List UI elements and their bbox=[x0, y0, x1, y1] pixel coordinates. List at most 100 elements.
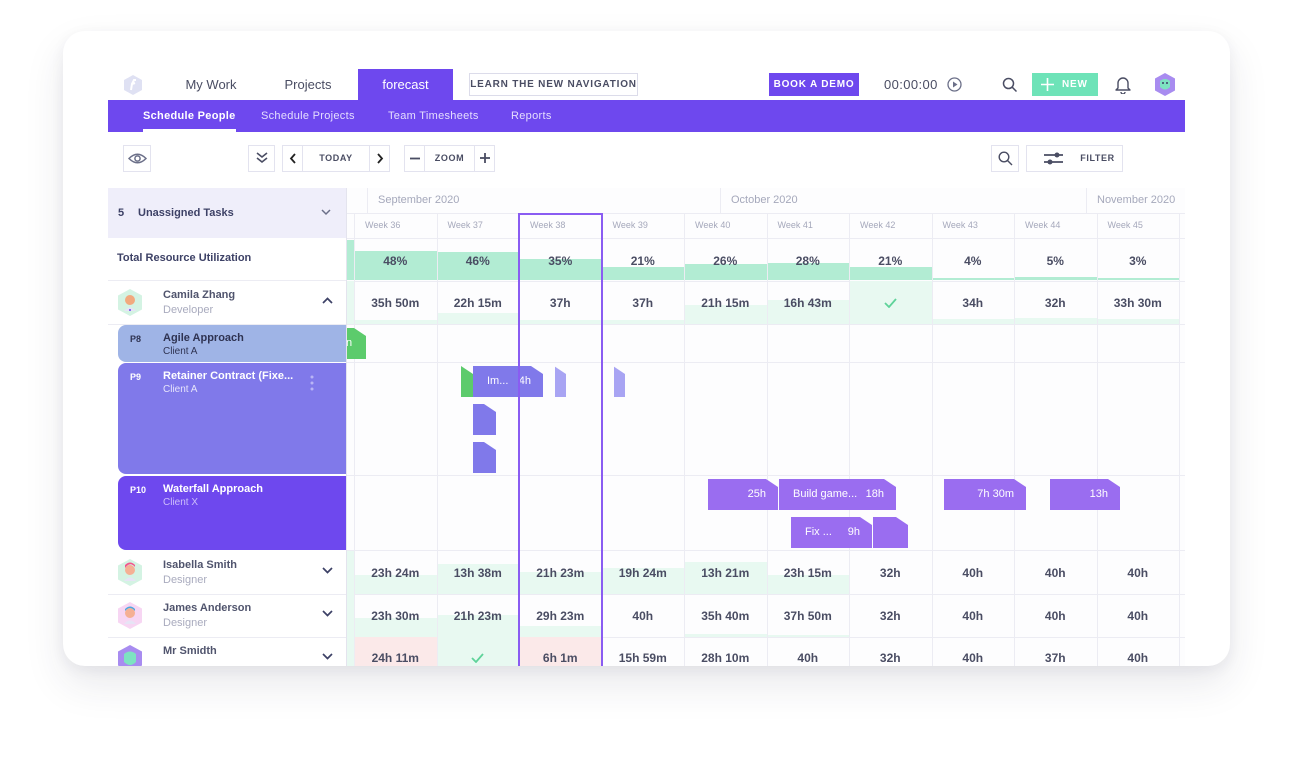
hours-value[interactable]: 40h bbox=[1014, 609, 1097, 623]
allocation-bar-p10[interactable]: 13h bbox=[1050, 479, 1120, 510]
chevron-down-icon[interactable] bbox=[322, 567, 333, 574]
search-icon[interactable] bbox=[1002, 77, 1018, 93]
person-row-isabella-smith[interactable]: Isabella Smith Designer bbox=[108, 551, 346, 594]
tab-schedule-people[interactable]: Schedule People bbox=[143, 100, 236, 132]
chevron-down-icon[interactable] bbox=[321, 209, 331, 216]
hours-value[interactable]: 19h 24m bbox=[602, 566, 685, 580]
hours-value[interactable]: 35h 50m bbox=[354, 296, 437, 310]
hours-value[interactable]: 6h 1m bbox=[519, 651, 602, 665]
hours-value[interactable]: 34h bbox=[932, 296, 1015, 310]
hours-value[interactable]: 40h bbox=[932, 609, 1015, 623]
week-label[interactable]: Week 45 bbox=[1097, 213, 1180, 238]
week-label[interactable]: Week 40 bbox=[684, 213, 767, 238]
hours-value[interactable]: 40h bbox=[932, 651, 1015, 665]
week-label[interactable]: Week 41 bbox=[767, 213, 850, 238]
hours-value[interactable]: 35h 40m bbox=[684, 609, 767, 623]
allocation-bar-p9[interactable] bbox=[473, 404, 496, 435]
week-label[interactable]: Week 36 bbox=[354, 213, 437, 238]
hours-value[interactable]: 16h 43m bbox=[767, 296, 850, 310]
hours-value[interactable]: 40h bbox=[1097, 609, 1180, 623]
project-client: Client X bbox=[163, 497, 199, 508]
hours-value[interactable]: 37h bbox=[1014, 651, 1097, 665]
nav-projects[interactable]: Projects bbox=[264, 69, 352, 100]
forecast-logo-icon[interactable] bbox=[124, 75, 142, 95]
allocation-bar-p8[interactable]: n bbox=[346, 328, 366, 359]
allocation-bar-p10[interactable]: 7h 30m bbox=[944, 479, 1026, 510]
hours-value[interactable]: 37h bbox=[519, 296, 602, 310]
new-button[interactable]: NEW bbox=[1032, 73, 1098, 96]
hours-value[interactable]: 23h 24m bbox=[354, 566, 437, 580]
book-demo-button[interactable]: BOOK A DEMO bbox=[769, 73, 859, 96]
week-label[interactable]: Week 37 bbox=[437, 213, 520, 238]
hours-value[interactable]: 28h 10m bbox=[684, 651, 767, 665]
kebab-menu-icon[interactable] bbox=[310, 375, 314, 391]
bell-icon[interactable] bbox=[1114, 75, 1132, 94]
hours-value[interactable]: 13h 21m bbox=[684, 566, 767, 580]
allocation-bar-p9[interactable] bbox=[555, 366, 566, 397]
hours-value[interactable]: 37h 50m bbox=[767, 609, 850, 623]
week-label[interactable]: Week 43 bbox=[932, 213, 1015, 238]
hours-value[interactable]: 40h bbox=[767, 651, 850, 665]
today-button[interactable]: TODAY bbox=[302, 145, 370, 172]
hours-value[interactable]: 32h bbox=[849, 651, 932, 665]
hours-value[interactable]: 40h bbox=[1097, 651, 1180, 665]
search-button[interactable] bbox=[991, 145, 1019, 172]
learn-navigation-button[interactable]: LEARN THE NEW NAVIGATION bbox=[469, 73, 638, 96]
person-row-camila-zhang[interactable]: Camila Zhang Developer bbox=[108, 281, 346, 324]
person-row-mr-smidth[interactable]: Mr Smidth bbox=[108, 637, 346, 666]
hours-value[interactable]: 23h 15m bbox=[767, 566, 850, 580]
allocation-bar-p9[interactable] bbox=[473, 442, 496, 473]
hours-value[interactable]: 22h 15m bbox=[437, 296, 520, 310]
hours-value[interactable]: 24h 11m bbox=[354, 651, 437, 665]
allocation-bar-p9[interactable] bbox=[614, 366, 625, 397]
nav-my-work[interactable]: My Work bbox=[168, 69, 254, 100]
hours-value[interactable]: 32h bbox=[849, 609, 932, 623]
chevron-down-icon[interactable] bbox=[322, 610, 333, 617]
chevron-down-icon[interactable] bbox=[322, 653, 333, 660]
allocation-bar-p10[interactable]: Build game... 18h bbox=[779, 479, 896, 510]
hours-value[interactable]: 40h bbox=[1014, 566, 1097, 580]
filter-button[interactable]: FILTER bbox=[1026, 145, 1123, 172]
hours-value[interactable]: 15h 59m bbox=[602, 651, 685, 665]
nav-forecast[interactable]: forecast bbox=[358, 69, 453, 100]
project-row-p9[interactable]: P9 Retainer Contract (Fixe... Client A bbox=[118, 363, 346, 474]
play-icon[interactable] bbox=[947, 77, 962, 92]
allocation-bar-p10[interactable]: 25h bbox=[708, 479, 778, 510]
next-button[interactable] bbox=[369, 145, 390, 172]
hours-value[interactable]: 29h 23m bbox=[519, 609, 602, 623]
hours-value[interactable]: 32h bbox=[1014, 296, 1097, 310]
hours-value[interactable]: 40h bbox=[1097, 566, 1180, 580]
week-label[interactable]: Week 42 bbox=[849, 213, 932, 238]
allocation-bar-p10[interactable]: Fix ... 9h bbox=[791, 517, 872, 548]
week-label[interactable]: Week 44 bbox=[1014, 213, 1097, 238]
tab-reports[interactable]: Reports bbox=[511, 100, 552, 132]
tab-team-timesheets[interactable]: Team Timesheets bbox=[388, 100, 479, 132]
tab-schedule-projects[interactable]: Schedule Projects bbox=[261, 100, 355, 132]
project-row-p8[interactable]: P8 Agile Approach Client A bbox=[118, 325, 346, 362]
hours-value[interactable]: 33h 30m bbox=[1097, 296, 1180, 310]
hours-value[interactable]: 21h 23m bbox=[437, 609, 520, 623]
hours-value[interactable]: 13h 38m bbox=[437, 566, 520, 580]
collapse-all-button[interactable] bbox=[248, 145, 275, 172]
week-label[interactable]: Week 39 bbox=[602, 213, 685, 238]
hours-value[interactable]: 21h 15m bbox=[684, 296, 767, 310]
unassigned-tasks-header[interactable]: 5 Unassigned Tasks bbox=[108, 188, 346, 238]
project-row-p10[interactable]: P10 Waterfall Approach Client X bbox=[118, 476, 346, 550]
user-avatar[interactable] bbox=[1155, 73, 1175, 96]
week-label[interactable]: Week 38 bbox=[519, 213, 602, 238]
allocation-bar-p9[interactable]: Im... 4h bbox=[473, 366, 543, 397]
allocation-bar-p9[interactable] bbox=[461, 366, 473, 397]
person-row-james-anderson[interactable]: James Anderson Designer bbox=[108, 594, 346, 637]
visibility-toggle-button[interactable] bbox=[123, 145, 151, 172]
chevron-up-icon[interactable] bbox=[322, 297, 333, 304]
previous-button[interactable] bbox=[282, 145, 303, 172]
hours-value[interactable]: 40h bbox=[932, 566, 1015, 580]
hours-value[interactable]: 32h bbox=[849, 566, 932, 580]
hours-value[interactable]: 23h 30m bbox=[354, 609, 437, 623]
hours-value[interactable]: 21h 23m bbox=[519, 566, 602, 580]
zoom-in-button[interactable] bbox=[474, 145, 495, 172]
hours-value[interactable]: 40h bbox=[602, 609, 685, 623]
hours-value[interactable]: 37h bbox=[602, 296, 685, 310]
allocation-bar-p10[interactable] bbox=[873, 517, 908, 548]
zoom-out-button[interactable] bbox=[404, 145, 425, 172]
